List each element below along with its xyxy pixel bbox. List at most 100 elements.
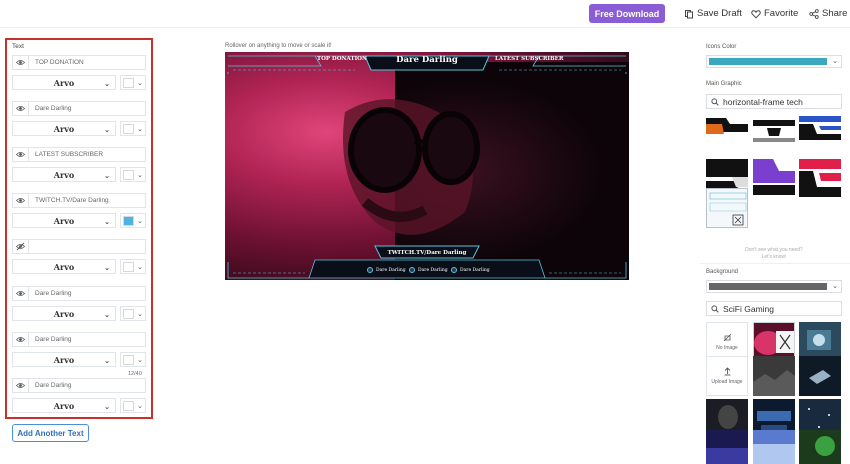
eye-icon [16, 337, 25, 342]
background-color-select[interactable]: ⌄ [706, 280, 842, 293]
right-divider [700, 263, 850, 264]
background-thumb[interactable] [799, 430, 841, 464]
background-thumb[interactable] [706, 430, 748, 464]
font-select[interactable]: Arvo ⌄ [12, 167, 116, 182]
frame-bottom-title: TWITCH.TV/Dare Darling [387, 250, 467, 256]
upload-image-button[interactable]: Upload Image [706, 356, 748, 396]
text-item: TWITCH.TV/Dare Darling Arvo ⌄ ⌄ [12, 193, 148, 233]
text-item: Arvo ⌄ ⌄ [12, 239, 148, 279]
font-select[interactable]: Arvo ⌄ [12, 352, 116, 367]
save-draft-label: Save Draft [697, 8, 742, 19]
font-select[interactable]: Arvo ⌄ [12, 213, 116, 228]
text-color-swatch [123, 309, 134, 319]
save-draft-icon [685, 9, 693, 18]
graphic-thumb[interactable] [753, 157, 795, 197]
text-color-swatch [123, 124, 134, 134]
search-icon [711, 98, 719, 106]
text-color-select[interactable]: ⌄ [120, 121, 146, 136]
text-color-select[interactable]: ⌄ [120, 306, 146, 321]
font-select-value: Arvo [53, 400, 75, 411]
text-item: Dare Darling Arvo ⌄ ⌄ [12, 378, 148, 418]
visibility-toggle[interactable] [12, 193, 29, 208]
eye-icon [16, 198, 25, 203]
heart-icon [751, 9, 761, 19]
favorite-button[interactable]: Favorite [751, 8, 798, 19]
share-label: Share [822, 8, 848, 19]
text-item-input[interactable]: Dare Darling [29, 378, 146, 393]
eye-slash-icon [16, 242, 25, 251]
no-image-icon [723, 333, 731, 342]
main-graphic-label: Main Graphic [706, 81, 742, 87]
visibility-toggle[interactable] [12, 286, 29, 301]
text-item-input[interactable]: Dare Darling [29, 332, 146, 347]
graphic-thumb[interactable] [753, 112, 795, 152]
text-item-input-row: Dare Darling [12, 101, 146, 116]
text-item-input[interactable]: Dare Darling [29, 286, 146, 301]
visibility-toggle[interactable] [12, 332, 29, 347]
chevron-down-icon: ⌄ [137, 80, 143, 87]
font-select[interactable]: Arvo ⌄ [12, 259, 116, 274]
graphic-thumb[interactable] [799, 112, 841, 152]
text-color-select[interactable]: ⌄ [120, 75, 146, 90]
text-panel-label: Text [12, 43, 24, 50]
search-icon [711, 305, 719, 313]
font-select[interactable]: Arvo ⌄ [12, 398, 116, 413]
eye-icon [16, 152, 25, 157]
instagram-icon [409, 267, 415, 273]
graphic-thumb[interactable] [799, 157, 841, 197]
eye-icon [16, 291, 25, 296]
text-color-select[interactable]: ⌄ [120, 398, 146, 413]
font-select-value: Arvo [53, 261, 75, 272]
graphic-thumb-selected[interactable] [706, 188, 748, 228]
not-found-link[interactable]: Let's know! [706, 254, 842, 261]
text-item-input[interactable]: TOP DONATION [29, 55, 146, 70]
text-color-select[interactable]: ⌄ [120, 213, 146, 228]
graphic-thumb[interactable] [706, 112, 748, 152]
text-color-select[interactable]: ⌄ [120, 167, 146, 182]
add-another-text-button[interactable]: Add Another Text [12, 424, 89, 442]
font-select[interactable]: Arvo ⌄ [12, 306, 116, 321]
text-color-select[interactable]: ⌄ [120, 259, 146, 274]
background-thumb[interactable] [753, 430, 795, 464]
visibility-toggle[interactable] [12, 239, 29, 254]
text-color-select[interactable]: ⌄ [120, 352, 146, 367]
font-select-value: Arvo [53, 215, 75, 226]
text-item-input[interactable]: Dare Darling [29, 101, 146, 116]
frame-top-donation-label: TOP DONATION [317, 56, 367, 62]
font-select[interactable]: Arvo ⌄ [12, 75, 116, 90]
text-item-input-row: LATEST SUBSCRIBER [12, 147, 146, 162]
text-item-input[interactable]: LATEST SUBSCRIBER [29, 147, 146, 162]
background-search-input[interactable]: SciFi Gaming [706, 301, 842, 316]
font-select[interactable]: Arvo ⌄ [12, 121, 116, 136]
visibility-toggle[interactable] [12, 101, 29, 116]
twitter-icon [367, 267, 373, 273]
text-item-input[interactable]: TWITCH.TV/Dare Darling [29, 193, 146, 208]
visibility-toggle[interactable] [12, 55, 29, 70]
eye-icon [16, 106, 25, 111]
chevron-down-icon: ⌄ [137, 126, 143, 133]
text-item-style-row: Arvo ⌄ ⌄ [12, 167, 146, 182]
visibility-toggle[interactable] [12, 378, 29, 393]
visibility-toggle[interactable] [12, 147, 29, 162]
overlay-canvas[interactable]: TOP DONATION Dare Darling LATEST SUBSCRI… [225, 52, 629, 280]
chevron-down-icon: ⌄ [137, 218, 143, 225]
share-button[interactable]: Share [809, 8, 847, 19]
youtube-icon [451, 267, 457, 273]
text-item: TOP DONATION Arvo ⌄ ⌄ [12, 55, 148, 95]
favorite-label: Favorite [764, 8, 799, 19]
top-divider [0, 27, 850, 28]
chevron-down-icon: ⌄ [104, 402, 110, 411]
text-item-style-row: Arvo ⌄ ⌄ [12, 398, 146, 413]
main-graphic-search-input[interactable]: horizontal-frame tech [706, 94, 842, 109]
text-item-input[interactable] [29, 239, 146, 254]
background-thumb[interactable] [799, 356, 841, 396]
save-draft-button[interactable]: Save Draft [684, 8, 742, 19]
frame-title: Dare Darling [396, 55, 458, 65]
icons-color-select[interactable]: ⌄ [706, 55, 842, 68]
upload-image-label: Upload Image [711, 379, 743, 385]
background-thumb[interactable] [753, 356, 795, 396]
social-label: Dare Darling [418, 267, 448, 273]
text-item: LATEST SUBSCRIBER Arvo ⌄ ⌄ [12, 147, 148, 187]
free-download-button[interactable]: Free Download [589, 4, 665, 23]
text-item-input-row: Dare Darling [12, 332, 146, 347]
